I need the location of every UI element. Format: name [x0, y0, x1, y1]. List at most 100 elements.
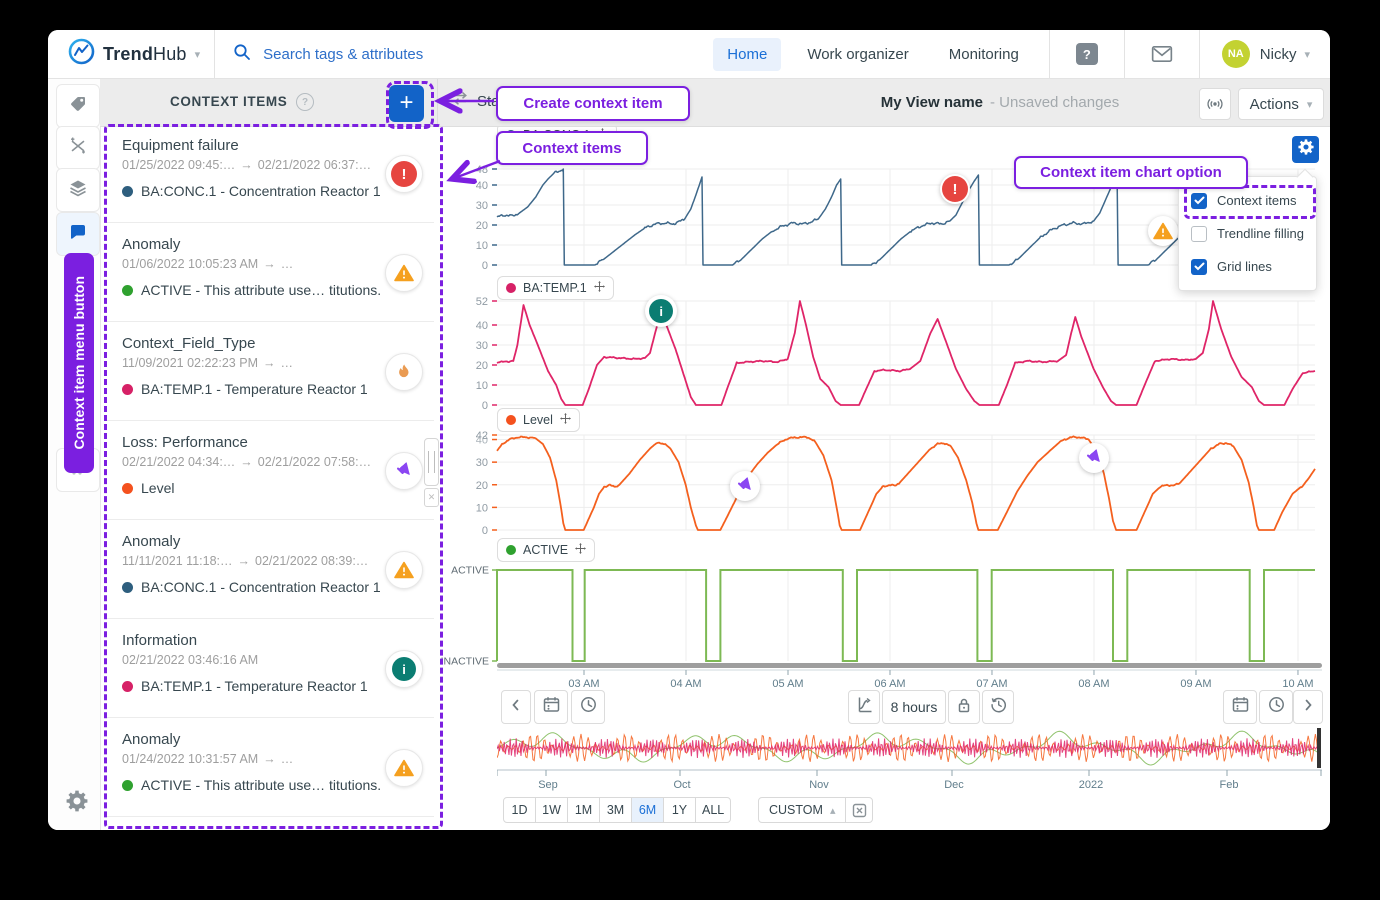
nav-tabs: Home Work organizer Monitoring [707, 38, 1039, 71]
sidebar-item-formula[interactable] [56, 126, 100, 170]
series-badge-Level[interactable]: Level [497, 408, 580, 432]
create-context-item-button[interactable]: + [389, 85, 424, 122]
context-item[interactable]: Context_Field_Type11/09/2021 02:22:23 PM… [107, 322, 434, 421]
error-icon: ! [391, 161, 417, 187]
range-button-1m[interactable]: 1M [567, 797, 600, 823]
chart-marker-info[interactable]: i [645, 295, 677, 327]
chart-marker-loss[interactable] [730, 471, 760, 501]
custom-range-button[interactable]: CUSTOM▴ [758, 797, 846, 823]
chart-Level[interactable]: 01020304042 [476, 430, 1315, 537]
svg-text:20: 20 [476, 360, 488, 372]
checkbox-checked[interactable] [1191, 193, 1207, 209]
mail-icon[interactable] [1151, 45, 1173, 63]
context-panel-title: CONTEXT ITEMS [170, 94, 287, 109]
series-badge-label: Level [523, 413, 553, 427]
tag-color-dot [122, 780, 133, 791]
custom-clear-button[interactable] [845, 797, 873, 823]
divider [1124, 30, 1125, 78]
range-button-1d[interactable]: 1D [503, 797, 536, 823]
panel-collapse-button[interactable]: ✕ [424, 488, 439, 507]
chart-options-gear-button[interactable] [1292, 136, 1319, 163]
context-item-tag: BA:CONC.1 - Concentration Reactor 1 [122, 579, 381, 595]
context-item-title: Equipment failure [122, 137, 239, 154]
broadcast-button[interactable] [1199, 88, 1231, 120]
svg-text:48: 48 [476, 164, 488, 176]
range-button-all[interactable]: ALL [695, 797, 731, 823]
overview-strip[interactable] [497, 728, 1322, 768]
panel-resize-handle[interactable] [424, 438, 439, 486]
chevron-down-icon: ▾ [1304, 48, 1310, 61]
logo-icon [68, 38, 95, 70]
chart-BA:TEMP.1[interactable]: 01020304052 [476, 296, 1315, 412]
view-title: My View name - Unsaved changes [720, 78, 1280, 126]
chart-ACTIVE[interactable]: ACTIVEINACTIVE [441, 565, 1315, 668]
chevron-up-icon: ▴ [830, 804, 836, 817]
sidebar-item-settings[interactable] [56, 782, 98, 824]
move-icon [594, 279, 605, 297]
brand-name: TrendHub [103, 44, 187, 65]
chart-marker-error[interactable]: ! [940, 174, 970, 204]
tag-icon [68, 94, 88, 119]
user-menu[interactable]: NA Nicky ▾ [1222, 40, 1310, 68]
sidebar-item-chat[interactable] [56, 212, 100, 256]
search-bar[interactable] [233, 43, 565, 66]
menu-option-grid-lines[interactable]: Grid lines [1179, 250, 1316, 283]
svg-text:30: 30 [476, 340, 488, 352]
context-item-title: Context_Field_Type [122, 335, 255, 352]
menu-option-trendline-filling[interactable]: Trendline filling [1179, 217, 1316, 250]
actions-button[interactable]: Actions▾ [1238, 88, 1324, 120]
layers-icon [68, 178, 88, 203]
tab-work-organizer[interactable]: Work organizer [793, 38, 922, 71]
search-input[interactable] [261, 45, 565, 64]
stacked-toggle[interactable]: Sta [452, 91, 500, 111]
app-logo[interactable]: TrendHub ▾ [68, 38, 200, 70]
checkbox-checked[interactable] [1191, 259, 1207, 275]
context-item-title: Anomaly [122, 236, 180, 253]
context-item[interactable]: Anomaly01/24/2022 10:31:57 AM→…ACTIVE - … [107, 718, 434, 817]
context-item-title: Anomaly [122, 731, 180, 748]
overview-brush-handle[interactable] [1317, 728, 1321, 768]
range-button-6m[interactable]: 6M [631, 797, 664, 823]
hour-label: 04 AM [670, 678, 701, 690]
svg-text:10: 10 [476, 240, 488, 252]
gear-icon [1298, 139, 1314, 160]
series-color-dot [506, 545, 516, 555]
formula-icon [68, 136, 88, 161]
series-badge-ACTIVE[interactable]: ACTIVE [497, 538, 595, 562]
chart-area[interactable]: 010203040480102030405201020304042ACTIVEI… [437, 126, 1330, 830]
svg-text:20: 20 [476, 480, 488, 492]
warning-icon [394, 561, 414, 579]
context-item-tag: ACTIVE - This attribute use… titutions. [122, 282, 381, 298]
tag-name: BA:CONC.1 - Concentration Reactor 1 [141, 183, 381, 199]
context-item[interactable]: Anomaly11/11/2021 11:18:…→02/21/2022 08:… [107, 520, 434, 619]
tag-name: BA:TEMP.1 - Temperature Reactor 1 [141, 381, 368, 397]
move-icon [575, 541, 586, 559]
context-item[interactable]: Loss: Performance02/21/2022 04:34:…→02/2… [107, 421, 434, 520]
tab-monitoring[interactable]: Monitoring [935, 38, 1033, 71]
range-button-3m[interactable]: 3M [599, 797, 632, 823]
context-item-period: 01/25/2022 09:45:…→02/21/2022 06:37:… [122, 158, 371, 172]
panel-help-icon[interactable]: ? [296, 93, 314, 111]
tab-home[interactable]: Home [713, 38, 781, 71]
help-icon[interactable]: ? [1076, 43, 1098, 65]
context-item-period: 02/21/2022 04:34:…→02/21/2022 07:58:… [122, 455, 371, 469]
context-item[interactable]: Anomaly01/06/2022 10:05:23 AM→…ACTIVE - … [107, 223, 434, 322]
sidebar-item-layers[interactable] [56, 168, 100, 212]
checkbox-unchecked[interactable] [1191, 226, 1207, 242]
context-item[interactable]: Information02/21/2022 03:46:16 AMBA:TEMP… [107, 619, 434, 718]
range-button-1w[interactable]: 1W [535, 797, 568, 823]
move-icon [560, 411, 571, 429]
context-items-panel: Equipment failure 01/25/2022 09:45:…→02/2… [107, 124, 434, 823]
context-item-type-icon [385, 551, 423, 589]
chart-marker-loss[interactable] [1079, 443, 1109, 473]
chart-h-scrollbar[interactable] [497, 663, 1322, 668]
chart-marker-warning[interactable] [1148, 216, 1178, 246]
context-item[interactable]: Equipment failure 01/25/2022 09:45:…→02/2… [107, 124, 434, 223]
divider [1199, 30, 1200, 78]
svg-text:10: 10 [476, 380, 488, 392]
svg-text:40: 40 [476, 180, 488, 192]
sidebar-item-tag[interactable] [56, 84, 100, 128]
app-window: TrendHub ▾ HomeWork organizerMonitoring … [48, 30, 1330, 830]
series-badge-BA:TEMP.1[interactable]: BA:TEMP.1 [497, 276, 614, 300]
range-button-1y[interactable]: 1Y [663, 797, 696, 823]
